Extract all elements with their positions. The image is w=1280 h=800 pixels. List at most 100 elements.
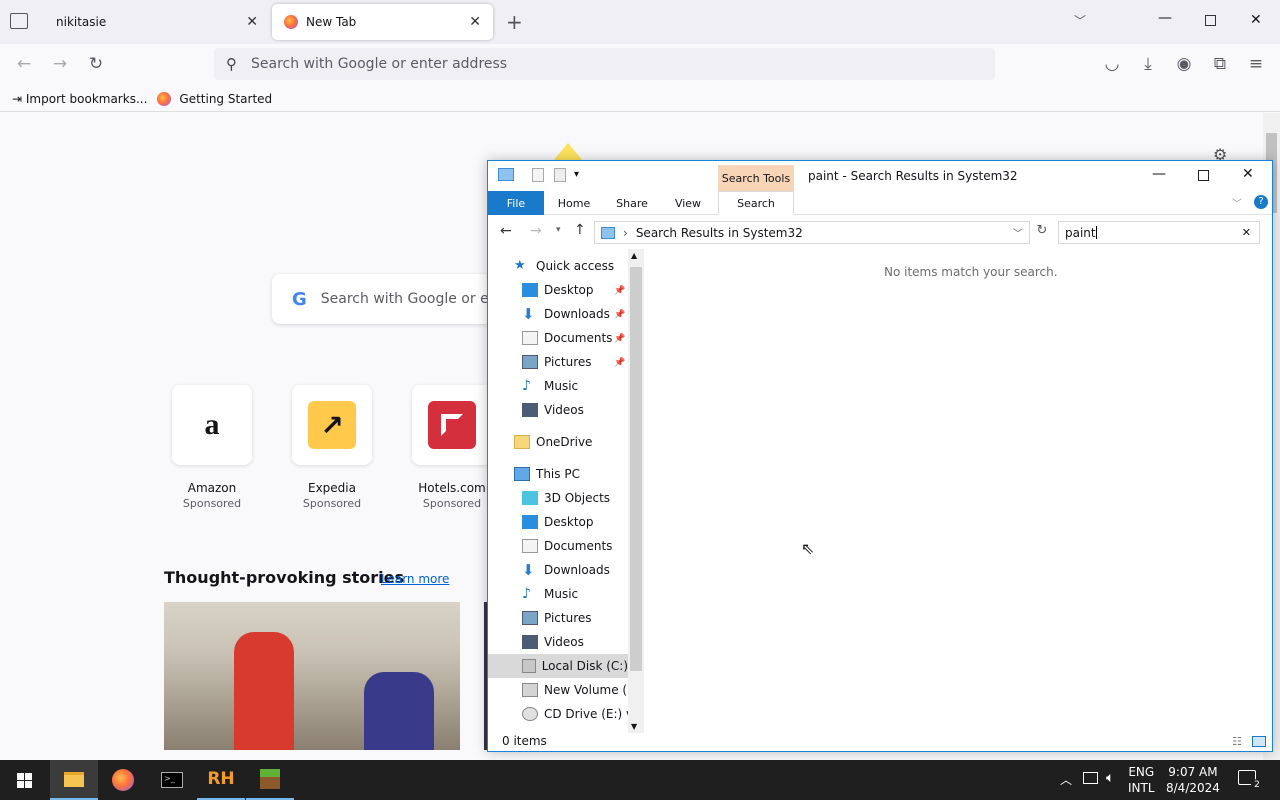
account-icon[interactable]: ◉ bbox=[1173, 53, 1195, 75]
menu-icon[interactable]: ≡ bbox=[1245, 53, 1267, 75]
empty-results-message: No items match your search. bbox=[884, 265, 1058, 279]
recent-locations-chevron-icon[interactable]: ▾ bbox=[556, 225, 561, 235]
tab-new-tab[interactable]: New Tab ✕ bbox=[272, 4, 493, 40]
newtab-search-box[interactable]: G Search with Google or e bbox=[272, 274, 492, 324]
new-tab-plus-icon[interactable]: + bbox=[506, 10, 523, 34]
address-text: Search Results in System32 bbox=[635, 225, 803, 240]
shortcut-expedia[interactable]: ↗ Expedia Sponsored bbox=[292, 385, 372, 510]
minecraft-taskbar-icon[interactable] bbox=[246, 760, 294, 800]
address-bar[interactable]: › Search Results in System32 ﹀ bbox=[594, 221, 1030, 244]
nav-documents[interactable]: Documents bbox=[522, 326, 612, 350]
nav-label: Desktop bbox=[544, 515, 594, 529]
start-windows-icon[interactable] bbox=[0, 760, 48, 800]
shortcut-amazon[interactable]: a Amazon Sponsored bbox=[172, 385, 252, 510]
show-hidden-icons-chevron-icon[interactable]: ︿ bbox=[1060, 771, 1072, 788]
tab-nikitasie[interactable]: nikitasie ✕ bbox=[44, 4, 270, 40]
close-window-icon[interactable]: ✕ bbox=[1242, 166, 1254, 182]
nav-label: 3D Objects bbox=[544, 491, 611, 505]
resource-hacker-taskbar-icon[interactable]: RH bbox=[197, 760, 245, 800]
scroll-up-icon[interactable]: ▲ bbox=[631, 251, 637, 260]
learn-more-link[interactable]: Learn more bbox=[381, 572, 449, 586]
list-all-tabs-chevron-icon[interactable]: ﹀ bbox=[1074, 12, 1086, 29]
nav-pictures[interactable]: Pictures bbox=[522, 350, 592, 374]
nav-music[interactable]: ♪ Music bbox=[522, 582, 578, 606]
nav-videos[interactable]: Videos bbox=[522, 630, 584, 654]
details-view-icon[interactable]: ☷ bbox=[1232, 735, 1242, 748]
forward-arrow-icon[interactable]: → bbox=[530, 223, 542, 239]
nav-videos[interactable]: Videos bbox=[522, 398, 584, 422]
import-icon: ⇥ bbox=[12, 91, 26, 106]
nav-this-pc[interactable]: This PC bbox=[514, 462, 580, 486]
nav-onedrive[interactable]: OneDrive bbox=[514, 430, 592, 454]
google-icon: G bbox=[292, 288, 307, 310]
bookmark-import[interactable]: ⇥ Import bookmarks... bbox=[12, 92, 147, 106]
close-window-icon[interactable]: ✕ bbox=[1250, 12, 1262, 28]
music-icon: ♪ bbox=[522, 378, 531, 394]
explorer-title-bar: ▾ Search Tools paint - Search Results in… bbox=[488, 161, 1272, 191]
input-language[interactable]: ENG INTL bbox=[1128, 764, 1155, 796]
minimize-icon[interactable]: — bbox=[1158, 10, 1172, 26]
ribbon-tab-view[interactable]: View bbox=[664, 191, 712, 215]
firefox-taskbar-icon[interactable] bbox=[99, 760, 147, 800]
breadcrumb-chevron-icon[interactable]: › bbox=[623, 226, 628, 240]
scroll-down-icon[interactable]: ▼ bbox=[631, 722, 637, 731]
nav-cd-drive-e[interactable]: CD Drive (E:) virt bbox=[522, 702, 644, 726]
bookmark-getting-started[interactable]: Getting Started bbox=[157, 91, 272, 106]
network-icon[interactable] bbox=[1083, 772, 1098, 784]
nav-pictures[interactable]: Pictures bbox=[522, 606, 592, 630]
large-icons-view-icon[interactable] bbox=[1252, 735, 1266, 747]
minimize-icon[interactable]: — bbox=[1152, 166, 1166, 182]
nav-new-volume-d[interactable]: New Volume (D: bbox=[522, 678, 640, 702]
shortcut-tag: Sponsored bbox=[182, 497, 242, 510]
boxer-red-shape bbox=[234, 632, 294, 750]
nav-music[interactable]: ♪ Music bbox=[522, 374, 578, 398]
reload-icon[interactable]: ↻ bbox=[85, 53, 107, 75]
nav-desktop[interactable]: Desktop bbox=[522, 278, 594, 302]
extensions-icon[interactable]: ⧉ bbox=[1209, 53, 1231, 75]
nav-desktop[interactable]: Desktop bbox=[522, 510, 594, 534]
nav-documents[interactable]: Documents bbox=[522, 534, 612, 558]
terminal-taskbar-icon[interactable]: >_ bbox=[148, 760, 196, 800]
nav-scrollbar-thumb[interactable] bbox=[630, 267, 642, 671]
back-arrow-icon[interactable]: ← bbox=[13, 53, 35, 75]
volume-icon[interactable]: 🔈︎ bbox=[1106, 770, 1114, 786]
clock[interactable]: 9:07 AM 8/4/2024 bbox=[1166, 764, 1220, 796]
address-dropdown-icon[interactable]: ﹀ bbox=[1013, 225, 1023, 240]
ribbon-tab-file[interactable]: File bbox=[488, 191, 544, 215]
clear-search-icon[interactable]: ✕ bbox=[1242, 226, 1251, 239]
forward-arrow-icon[interactable]: → bbox=[49, 53, 71, 75]
ribbon-tab-home[interactable]: Home bbox=[550, 191, 598, 215]
nav-quick-access[interactable]: ★ Quick access bbox=[514, 254, 614, 278]
new-folder-icon[interactable] bbox=[554, 168, 566, 182]
pin-icon: 📌 bbox=[614, 286, 626, 296]
help-icon[interactable]: ? bbox=[1254, 195, 1268, 209]
nav-3d-objects[interactable]: 3D Objects bbox=[522, 486, 610, 510]
restore-icon[interactable] bbox=[1205, 15, 1216, 26]
maximize-icon[interactable] bbox=[1198, 170, 1209, 181]
url-bar[interactable]: ⚲ Search with Google or enter address bbox=[214, 48, 995, 80]
properties-icon[interactable] bbox=[532, 168, 544, 182]
quick-access-toolbar-dropdown-icon[interactable]: ▾ bbox=[574, 169, 579, 180]
up-arrow-icon[interactable]: ↑ bbox=[574, 222, 586, 238]
explorer-search-input[interactable]: paint ✕ bbox=[1058, 221, 1260, 244]
ribbon-tab-search[interactable]: Search bbox=[718, 191, 794, 215]
ribbon-tabs: File Home Share View Search ﹀ ? bbox=[488, 191, 1272, 215]
shortcut-hotels[interactable]: Hotels.com Sponsored bbox=[412, 385, 492, 510]
nav-label: Quick access bbox=[536, 259, 615, 273]
story-image[interactable] bbox=[164, 602, 460, 750]
ribbon-tab-share[interactable]: Share bbox=[608, 191, 656, 215]
nav-local-disk-c[interactable]: Local Disk (C:) bbox=[488, 654, 628, 678]
close-tab-icon[interactable]: ✕ bbox=[246, 14, 258, 30]
back-arrow-icon[interactable]: ← bbox=[500, 223, 512, 239]
refresh-icon[interactable]: ↻ bbox=[1032, 223, 1052, 243]
expand-ribbon-chevron-icon[interactable]: ﹀ bbox=[1232, 195, 1242, 210]
downloads-icon: ⬇ bbox=[522, 305, 535, 323]
newtab-search-placeholder: Search with Google or e bbox=[320, 291, 489, 307]
downloads-icon[interactable]: ⤓ bbox=[1137, 53, 1159, 75]
nav-downloads[interactable]: ⬇ Downloads bbox=[522, 302, 610, 326]
nav-downloads[interactable]: ⬇ Downloads bbox=[522, 558, 610, 582]
file-explorer-taskbar-icon[interactable] bbox=[50, 760, 98, 800]
pocket-icon[interactable]: ◡ bbox=[1101, 53, 1123, 75]
close-tab-icon[interactable]: ✕ bbox=[469, 14, 481, 30]
tab-list-icon[interactable] bbox=[10, 13, 28, 29]
